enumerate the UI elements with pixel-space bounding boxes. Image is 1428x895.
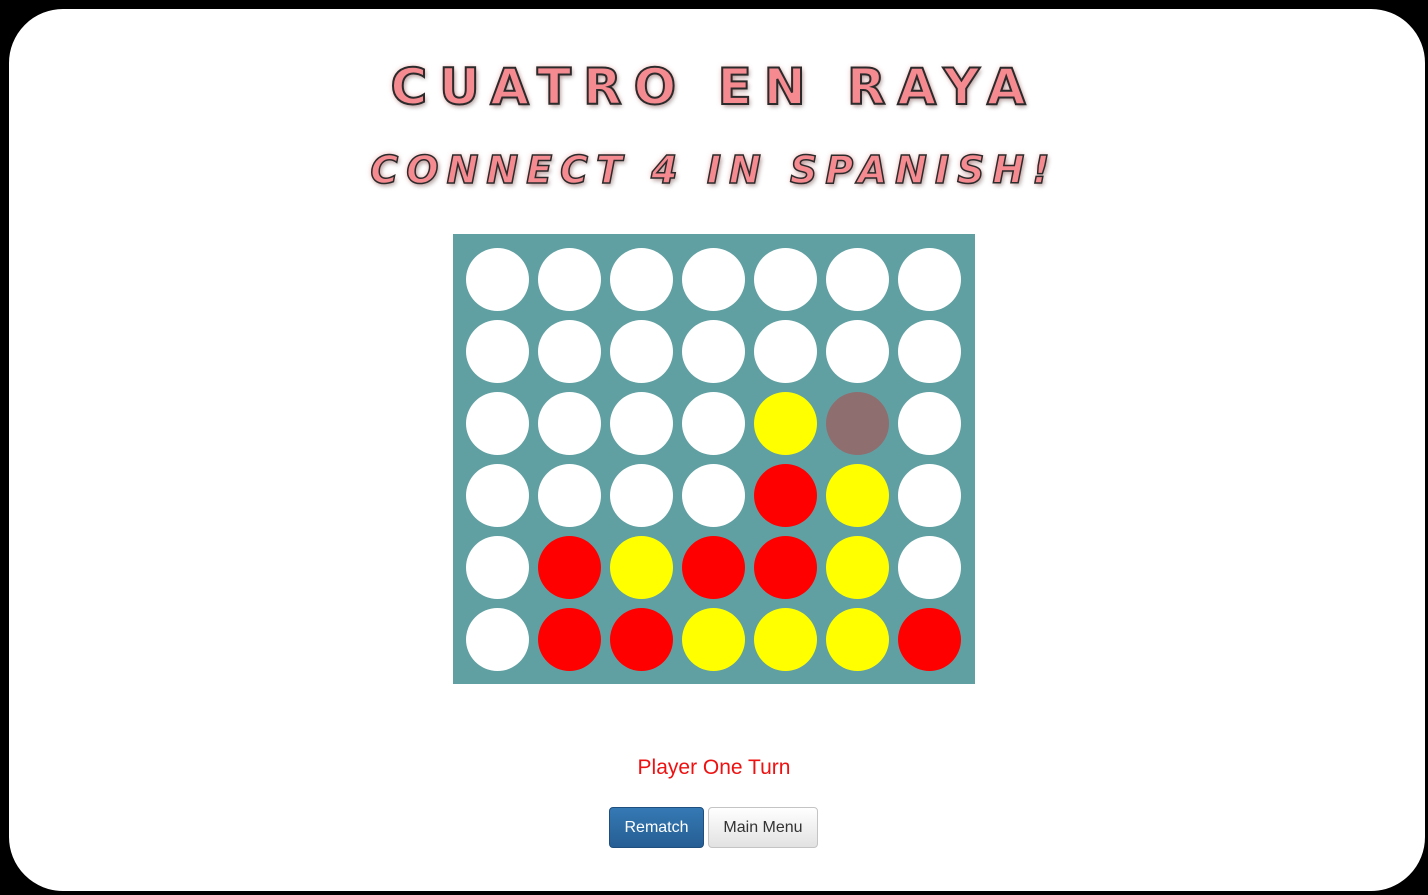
board-cell-r1-c7-empty[interactable] [898,248,961,311]
board-cell-r4-c6-yellow[interactable] [826,464,889,527]
board-cell-r4-c3-empty[interactable] [610,464,673,527]
board-cell-r3-c5-yellow[interactable] [754,392,817,455]
main-menu-button[interactable]: Main Menu [708,807,818,848]
board-cell-r1-c1-empty[interactable] [466,248,529,311]
board-cell-r6-c7-red[interactable] [898,608,961,671]
board-cell-r2-c2-empty[interactable] [538,320,601,383]
game-subtitle: CONNECT 4 IN SPANISH! [370,147,1058,193]
board-cell-r4-c7-empty[interactable] [898,464,961,527]
board-cell-r1-c5-empty[interactable] [754,248,817,311]
board-cell-r1-c4-empty[interactable] [682,248,745,311]
board-cell-r5-c3-yellow[interactable] [610,536,673,599]
board-cell-r4-c1-empty[interactable] [466,464,529,527]
board-cell-r1-c2-empty[interactable] [538,248,601,311]
board-cell-r3-c4-empty[interactable] [682,392,745,455]
board-cell-r2-c5-empty[interactable] [754,320,817,383]
board-cell-r6-c6-yellow[interactable] [826,608,889,671]
board-cell-r2-c1-empty[interactable] [466,320,529,383]
game-board[interactable] [453,234,975,684]
board-cell-r5-c6-yellow[interactable] [826,536,889,599]
board-cell-r6-c3-red[interactable] [610,608,673,671]
turn-indicator: Player One Turn [637,756,791,779]
board-cell-r6-c4-yellow[interactable] [682,608,745,671]
board-cell-r5-c2-red[interactable] [538,536,601,599]
board-cell-r1-c3-empty[interactable] [610,248,673,311]
board-cell-r5-c5-red[interactable] [754,536,817,599]
board-cell-r4-c2-empty[interactable] [538,464,601,527]
rematch-button[interactable]: Rematch [609,807,704,848]
board-cell-r5-c4-red[interactable] [682,536,745,599]
board-cell-r5-c1-empty[interactable] [466,536,529,599]
board-cell-r2-c3-empty[interactable] [610,320,673,383]
board-cell-r3-c6-hover[interactable] [826,392,889,455]
board-cell-r4-c4-empty[interactable] [682,464,745,527]
board-cell-r5-c7-empty[interactable] [898,536,961,599]
board-cell-r2-c7-empty[interactable] [898,320,961,383]
board-cell-r6-c2-red[interactable] [538,608,601,671]
board-cell-r6-c1-empty[interactable] [466,608,529,671]
board-cell-r2-c6-empty[interactable] [826,320,889,383]
board-cell-r2-c4-empty[interactable] [682,320,745,383]
board-cell-r3-c7-empty[interactable] [898,392,961,455]
board-cell-r3-c2-empty[interactable] [538,392,601,455]
game-title: CUATRO EN RAYA [389,57,1038,117]
board-cell-r1-c6-empty[interactable] [826,248,889,311]
board-cell-r6-c5-yellow[interactable] [754,608,817,671]
board-cell-r4-c5-red[interactable] [754,464,817,527]
board-cell-r3-c3-empty[interactable] [610,392,673,455]
board-cell-r3-c1-empty[interactable] [466,392,529,455]
